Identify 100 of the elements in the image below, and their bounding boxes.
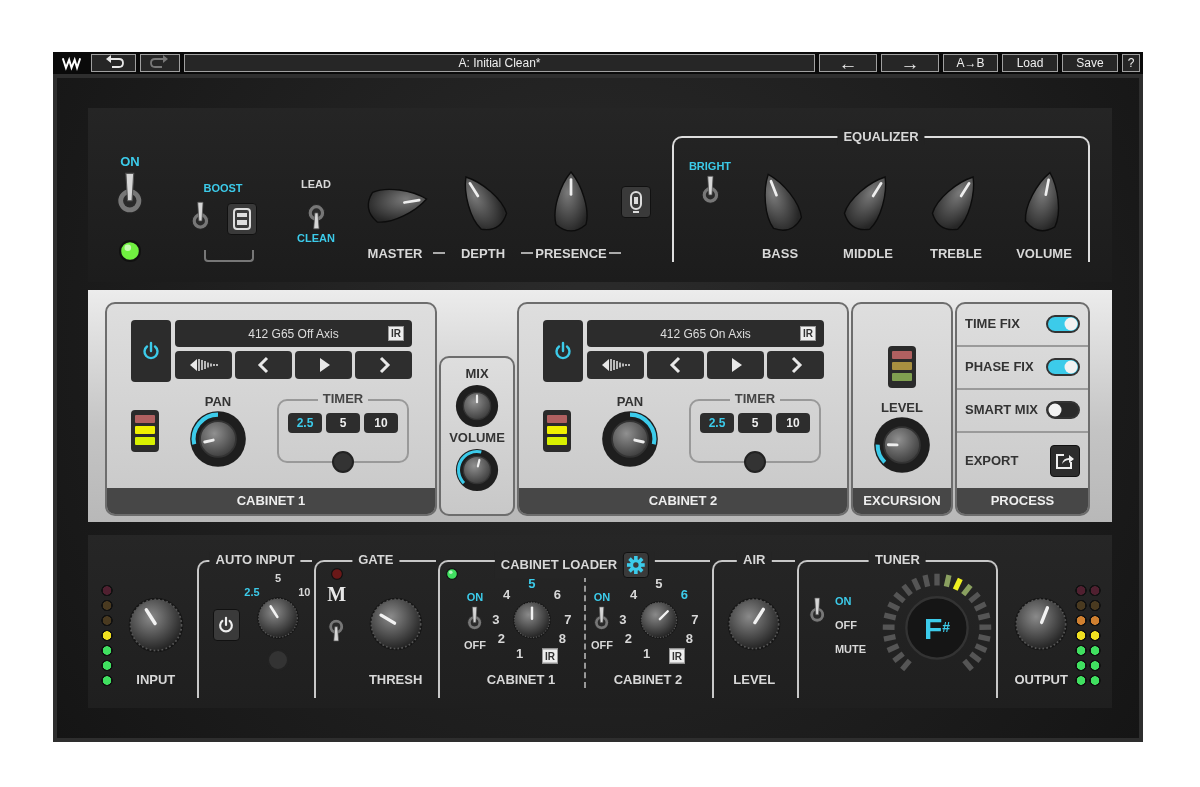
next-button[interactable] (767, 351, 824, 379)
label: 8 (558, 631, 567, 648)
label: PRESENCE (535, 246, 607, 262)
pedal-button[interactable] (227, 203, 258, 235)
label: 2 (624, 631, 633, 648)
tube-icon (629, 190, 643, 214)
label: THRESH (368, 672, 423, 688)
toolbar-button[interactable]: Save (1062, 54, 1118, 72)
label: PHASE FIX (965, 359, 1034, 376)
label: TREBLE (930, 246, 982, 262)
label: OFF (463, 638, 486, 653)
knob[interactable] (256, 596, 301, 640)
timer-option[interactable]: 2.5 (288, 413, 322, 433)
label: AIR (743, 552, 766, 568)
knob[interactable] (126, 596, 185, 654)
toggle-switch[interactable] (1046, 401, 1080, 420)
knob[interactable] (601, 410, 659, 468)
knob-pointer[interactable] (769, 179, 779, 197)
knob-pointer[interactable] (1044, 178, 1051, 197)
label: 10 (298, 584, 311, 600)
waveform-icon (600, 356, 631, 374)
label: TUNER (875, 552, 920, 568)
previous-button[interactable] (647, 351, 704, 379)
label: 4 (629, 586, 638, 603)
preset-name[interactable]: A: Initial Clean* (184, 54, 815, 72)
knob-pointer[interactable] (959, 181, 971, 198)
toolbar-button[interactable]: → (881, 54, 939, 72)
knob[interactable] (638, 600, 679, 640)
label: GATE (358, 552, 394, 568)
knob-pointer[interactable] (1039, 605, 1050, 625)
label: 2 (497, 631, 506, 648)
label: 5 (655, 576, 663, 592)
knob-pointer[interactable] (871, 181, 883, 198)
timer-option[interactable]: 2.5 (700, 413, 734, 433)
knob[interactable] (511, 600, 552, 640)
label: VOLUME (449, 430, 505, 446)
tube-button[interactable] (621, 186, 651, 218)
knob[interactable] (873, 416, 931, 474)
knob-pointer[interactable] (633, 438, 646, 444)
label: 5 (528, 576, 536, 592)
knob-pointer[interactable] (402, 198, 421, 205)
label: BOOST (203, 181, 243, 196)
play-button[interactable] (295, 351, 352, 379)
ir-badge: IR (541, 648, 558, 664)
timer-option[interactable]: 10 (776, 413, 810, 433)
ir-name-field[interactable]: 412 G65 On Axis IR (587, 320, 824, 347)
toolbar-button[interactable]: ← (819, 54, 877, 72)
label: MIX (465, 366, 489, 382)
knob[interactable] (189, 410, 247, 468)
waveform-button[interactable] (587, 351, 644, 379)
wave-logo-icon (62, 55, 81, 71)
knob-pointer[interactable] (752, 607, 766, 625)
toolbar-button[interactable]: Load (1002, 54, 1058, 72)
ir-badge: IR (800, 326, 816, 341)
label: PAN (204, 394, 232, 410)
label: EQUALIZER (837, 129, 925, 145)
settings-button[interactable] (623, 552, 650, 578)
export-button[interactable] (1050, 444, 1080, 477)
ir-name: 412 G65 Off Axis (248, 325, 339, 343)
timer-option[interactable]: 5 (326, 413, 360, 433)
timer-option[interactable]: 5 (738, 413, 772, 433)
cabinet-title: CABINET 2 (519, 488, 847, 514)
panel-title: EXCURSION (853, 488, 951, 514)
knob[interactable] (455, 384, 499, 428)
label: 1 (516, 645, 524, 662)
toolbar-button[interactable]: ? (1122, 54, 1140, 72)
timer-option[interactable]: 10 (364, 413, 398, 433)
label: 1 (643, 645, 651, 662)
previous-button[interactable] (235, 351, 292, 379)
toggle-switch[interactable] (1046, 315, 1080, 334)
toolbar-button[interactable]: A→B (943, 54, 998, 72)
power-button[interactable] (543, 320, 583, 382)
waveform-icon (188, 356, 219, 374)
power-button[interactable] (212, 609, 241, 641)
label: PAN (616, 394, 644, 410)
power-button[interactable] (131, 320, 171, 382)
cabinet-title: CABINET 1 (107, 488, 435, 514)
undo-button[interactable] (91, 54, 136, 72)
next-button[interactable] (355, 351, 412, 379)
round-button[interactable] (744, 451, 766, 473)
label: BRIGHT (688, 159, 732, 174)
label: VOLUME (1016, 246, 1072, 262)
label: MASTER (367, 246, 423, 262)
label: TIME FIX (965, 316, 1020, 333)
knob[interactable] (455, 448, 499, 492)
waveform-button[interactable] (175, 351, 232, 379)
label: BASS (761, 246, 799, 262)
ir-badge: IR (388, 326, 404, 341)
round-button[interactable] (332, 451, 354, 473)
knob-pointer[interactable] (468, 181, 480, 198)
label: CABINET LOADER (500, 557, 618, 573)
knob[interactable] (367, 596, 424, 652)
knob[interactable] (1013, 596, 1070, 652)
power-icon (553, 341, 573, 361)
play-button[interactable] (707, 351, 764, 379)
knob[interactable] (726, 596, 783, 652)
label: ON (120, 154, 140, 170)
toggle-switch[interactable] (1046, 358, 1080, 377)
ir-name-field[interactable]: 412 G65 Off Axis IR (175, 320, 412, 347)
label: 4 (502, 586, 511, 603)
